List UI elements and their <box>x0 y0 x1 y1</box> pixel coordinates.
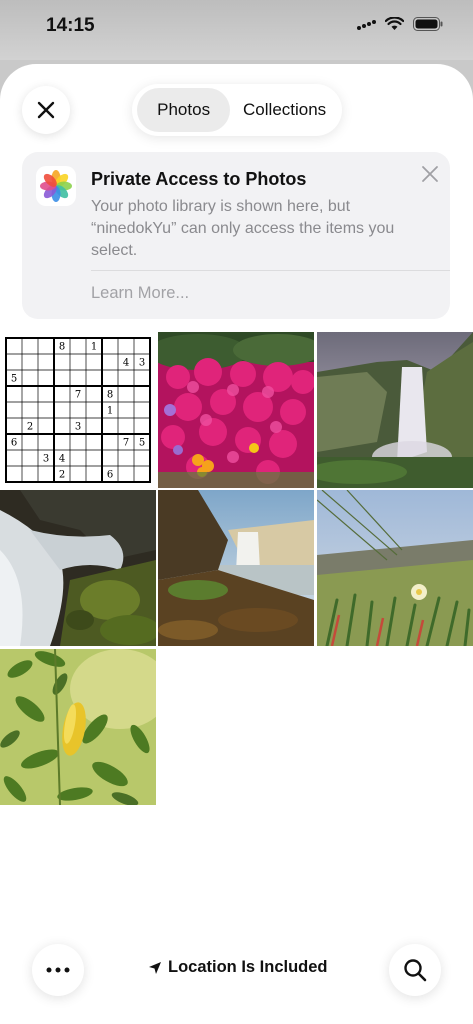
sudoku-digit: 2 <box>27 422 33 433</box>
banner-title: Private Access to Photos <box>91 169 307 189</box>
photo-thumbnail[interactable] <box>0 649 156 805</box>
green-leaves-photo <box>0 649 156 805</box>
sudoku-digit: 4 <box>123 358 129 369</box>
photo-thumbnail[interactable] <box>158 490 314 646</box>
wifi-icon <box>385 17 404 30</box>
pink-flowers-photo <box>158 332 314 488</box>
location-arrow-icon <box>149 961 161 974</box>
search-icon <box>404 959 427 982</box>
sudoku-digit: 8 <box>59 342 65 353</box>
tab-photos[interactable]: Photos <box>137 88 231 132</box>
private-access-banner: Private Access to Photos Your photo libr… <box>22 152 450 319</box>
photo-thumbnail[interactable] <box>317 490 473 646</box>
sudoku-screenshot: 8 14 357 812 36 7 53 42 6 <box>5 337 151 483</box>
more-icon <box>46 967 70 973</box>
search-button[interactable] <box>389 944 441 996</box>
photo-thumbnail[interactable] <box>317 332 473 488</box>
photo-thumbnail[interactable] <box>158 332 314 488</box>
close-button[interactable] <box>22 86 70 134</box>
segmented-control: Photos Collections <box>132 84 342 136</box>
waterfall-cliff-photo <box>317 332 473 488</box>
banner-divider <box>91 270 450 271</box>
status-bar: 14:15 <box>0 0 473 60</box>
sudoku-digit: 2 <box>59 470 65 481</box>
sudoku-digit: 5 <box>139 438 145 449</box>
sudoku-digit: 1 <box>107 406 113 417</box>
flower-field-photo <box>317 490 473 646</box>
sudoku-digit: 6 <box>11 438 17 449</box>
close-icon <box>37 101 55 119</box>
sudoku-digit: 3 <box>75 422 81 433</box>
battery-icon <box>413 17 443 31</box>
sudoku-digit: 6 <box>107 470 113 481</box>
signal-icon <box>357 19 376 30</box>
sudoku-digit: 8 <box>107 390 113 401</box>
sudoku-digit: 5 <box>11 374 17 385</box>
waterfall-landscape-photo <box>158 490 314 646</box>
bottom-toolbar: Location Is Included <box>0 940 473 1000</box>
status-time: 14:15 <box>46 15 95 36</box>
banner-close-icon[interactable] <box>420 164 440 184</box>
sudoku-digit: 4 <box>59 454 65 465</box>
sudoku-digit: 7 <box>75 390 81 401</box>
sudoku-digit: 3 <box>139 358 145 369</box>
tab-collections[interactable]: Collections <box>230 88 339 132</box>
waterfall-closeup-photo <box>0 490 156 646</box>
sudoku-digit: 1 <box>91 342 97 353</box>
photos-app-icon <box>36 166 76 206</box>
sudoku-digit: 3 <box>43 454 49 465</box>
sudoku-digit: 7 <box>123 438 129 449</box>
photo-thumbnail[interactable]: 81435781236753426 <box>0 332 156 488</box>
banner-body: Your photo library is shown here, but “n… <box>91 198 395 259</box>
status-icons <box>356 17 443 31</box>
photo-thumbnail[interactable] <box>0 490 156 646</box>
more-button[interactable] <box>32 944 84 996</box>
location-label: Location Is Included <box>168 958 328 976</box>
learn-more-link[interactable]: Learn More... <box>91 284 189 303</box>
photo-picker-sheet: Photos Collections Private Access to Pho… <box>0 64 473 1024</box>
location-toggle[interactable]: Location Is Included <box>148 958 328 977</box>
